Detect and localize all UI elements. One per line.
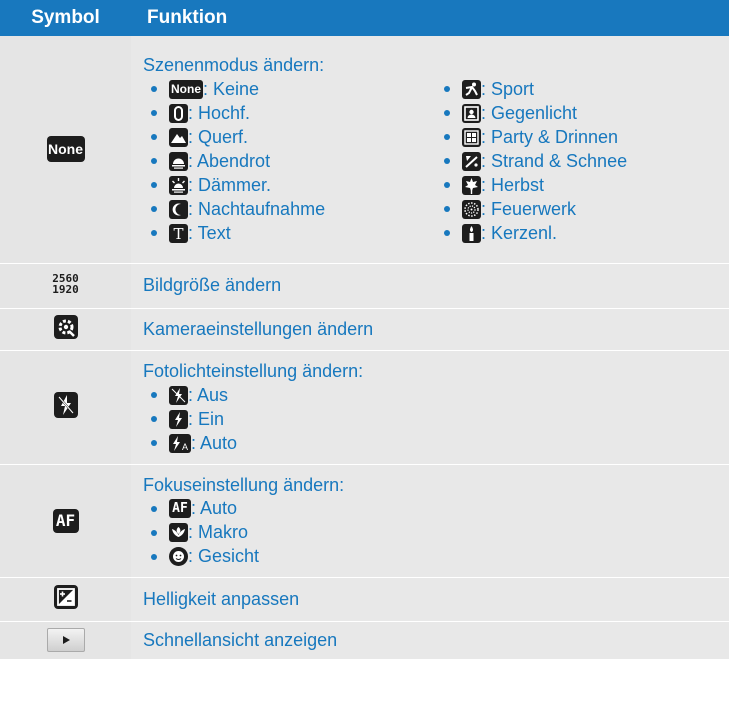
table-row: Schnellansicht anzeigen bbox=[0, 621, 729, 660]
table-row: Helligkeit anpassen bbox=[0, 577, 729, 622]
flash-title: Fotolichteinstellung ändern: bbox=[143, 361, 364, 381]
scene-none-icon: None bbox=[46, 136, 85, 163]
party-icon bbox=[462, 127, 481, 147]
list-item: : Dämmer. bbox=[143, 173, 436, 197]
fireworks-icon bbox=[462, 199, 481, 219]
table-row: Fotolichteinstellung ändern: : Aus : Ein… bbox=[0, 350, 729, 465]
brightness-text: Helligkeit anpassen bbox=[131, 577, 729, 622]
quickview-symbol-cell bbox=[0, 621, 131, 660]
play-icon bbox=[46, 628, 85, 652]
beach-snow-icon bbox=[462, 151, 481, 171]
camera-settings-text: Kameraeinstellungen ändern bbox=[131, 308, 729, 351]
camera-settings-icon bbox=[53, 314, 78, 339]
list-item: : Strand & Schnee bbox=[436, 149, 729, 173]
scene-mode-function-cell: Szenenmodus ändern: None: Keine : Hochf.… bbox=[131, 36, 729, 264]
flash-symbol-cell bbox=[0, 350, 131, 465]
focus-symbol-cell: AF bbox=[0, 464, 131, 578]
dawn-icon bbox=[169, 175, 188, 195]
list-item: T: Text bbox=[143, 221, 436, 245]
list-item: : Ein bbox=[143, 407, 729, 431]
list-item: : Abendrot bbox=[143, 149, 436, 173]
list-item: : Feuerwerk bbox=[436, 197, 729, 221]
sport-icon bbox=[462, 79, 481, 99]
table-row: AF Fokuseinstellung ändern: AF: Auto : M… bbox=[0, 464, 729, 578]
scene-mode-symbol-cell: None bbox=[0, 36, 131, 264]
list-item: : Aus bbox=[143, 383, 729, 407]
flash-auto-icon: A bbox=[169, 433, 191, 453]
list-item: : Herbst bbox=[436, 173, 729, 197]
table-row: None Szenenmodus ändern: None: Keine : H… bbox=[0, 36, 729, 264]
image-size-text: Bildgröße ändern bbox=[131, 263, 729, 309]
list-item: : Hochf. bbox=[143, 101, 436, 125]
landscape-icon bbox=[169, 127, 188, 147]
brightness-symbol-cell bbox=[0, 577, 131, 622]
image-size-symbol-cell: 2560 1920 bbox=[0, 263, 131, 309]
symbol-function-table: Symbol Funktion None Szenenmodus ändern:… bbox=[0, 0, 729, 660]
list-item: A: Auto bbox=[143, 431, 729, 455]
flash-function-cell: Fotolichteinstellung ändern: : Aus : Ein… bbox=[131, 350, 729, 465]
list-item: : Party & Drinnen bbox=[436, 125, 729, 149]
table-row: Kameraeinstellungen ändern bbox=[0, 308, 729, 351]
list-item: : Sport bbox=[436, 77, 729, 101]
function-column-header: Funktion bbox=[131, 0, 729, 36]
list-item: AF: Auto bbox=[143, 497, 729, 521]
svg-text:T: T bbox=[173, 225, 183, 243]
portrait-icon bbox=[169, 103, 188, 123]
table-row: 2560 1920 Bildgröße ändern bbox=[0, 263, 729, 309]
scene-list-right: : Sport : Gegenlicht : Party & Drinnen :… bbox=[436, 77, 729, 245]
list-item: : Querf. bbox=[143, 125, 436, 149]
candle-icon bbox=[462, 223, 481, 243]
list-item: : Makro bbox=[143, 521, 729, 545]
camera-settings-symbol-cell bbox=[0, 308, 131, 351]
night-icon bbox=[169, 199, 188, 219]
symbol-column-header: Symbol bbox=[0, 0, 131, 36]
image-size-icon: 2560 1920 bbox=[52, 272, 79, 296]
none-badge-icon: None bbox=[169, 79, 203, 99]
autumn-icon bbox=[462, 175, 481, 195]
table-header-row: Symbol Funktion bbox=[0, 0, 729, 36]
flash-on-icon bbox=[169, 409, 188, 429]
face-icon bbox=[169, 547, 188, 566]
flash-off-icon bbox=[169, 385, 188, 405]
flash-off-icon bbox=[53, 391, 78, 418]
list-item: : Nachtaufnahme bbox=[143, 197, 436, 221]
list-item: None: Keine bbox=[143, 77, 436, 101]
sunset-icon bbox=[169, 151, 188, 171]
focus-function-cell: Fokuseinstellung ändern: AF: Auto : Makr… bbox=[131, 464, 729, 578]
list-item: : Gegenlicht bbox=[436, 101, 729, 125]
svg-text:A: A bbox=[182, 442, 188, 452]
list-item: : Kerzenl. bbox=[436, 221, 729, 245]
focus-title: Fokuseinstellung ändern: bbox=[143, 474, 345, 495]
af-icon: AF bbox=[52, 508, 79, 533]
af-icon: AF bbox=[169, 499, 191, 518]
text-icon: T bbox=[169, 223, 188, 243]
backlight-icon bbox=[462, 103, 481, 123]
scene-mode-title: Szenenmodus ändern: bbox=[143, 55, 325, 76]
scene-list-left: None: Keine : Hochf. : Querf. : Abendrot… bbox=[143, 77, 436, 245]
brightness-icon bbox=[53, 584, 78, 609]
quickview-text: Schnellansicht anzeigen bbox=[131, 621, 729, 660]
list-item: : Gesicht bbox=[143, 545, 729, 569]
macro-icon bbox=[169, 523, 188, 542]
